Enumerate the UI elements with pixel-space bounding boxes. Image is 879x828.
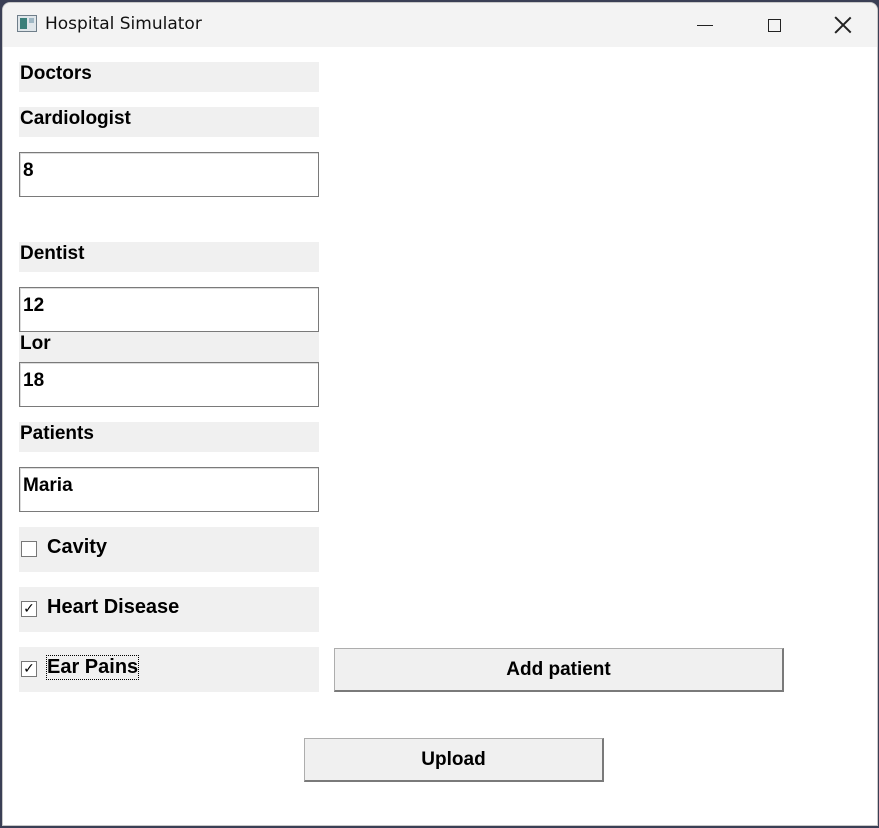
- ear-pains-checkbox[interactable]: ✓: [21, 661, 37, 677]
- window-title: Hospital Simulator: [45, 14, 202, 34]
- cavity-checkbox[interactable]: [21, 541, 37, 557]
- cavity-checkbox-row[interactable]: Cavity: [19, 527, 319, 572]
- app-window: Hospital Simulator Doctors Cardiologist …: [2, 2, 878, 826]
- dentist-label: Dentist: [19, 242, 319, 272]
- minimize-button[interactable]: [671, 3, 739, 47]
- add-patient-button[interactable]: Add patient: [334, 648, 784, 692]
- doctors-section-label: Doctors: [19, 62, 319, 92]
- patients-section-label: Patients: [19, 422, 319, 452]
- maximize-icon: [767, 18, 781, 32]
- heart-disease-checkbox-row[interactable]: ✓ Heart Disease: [19, 587, 319, 632]
- patient-name-input[interactable]: Maria: [19, 467, 319, 512]
- cardiologist-count-input[interactable]: 8: [19, 152, 319, 197]
- close-button[interactable]: [809, 3, 877, 47]
- dentist-count-input[interactable]: 12: [19, 287, 319, 332]
- minimize-icon: [697, 24, 713, 26]
- maximize-button[interactable]: [740, 3, 808, 47]
- title-bar[interactable]: Hospital Simulator: [3, 3, 877, 47]
- close-icon: [834, 16, 852, 34]
- cavity-checkbox-label[interactable]: Cavity: [47, 536, 107, 559]
- cardiologist-label: Cardiologist: [19, 107, 319, 137]
- heart-disease-checkbox[interactable]: ✓: [21, 601, 37, 617]
- heart-disease-checkbox-label[interactable]: Heart Disease: [47, 596, 179, 619]
- app-icon: [17, 15, 37, 32]
- ear-pains-checkbox-label[interactable]: Ear Pains: [45, 655, 140, 680]
- lor-label: Lor: [19, 332, 319, 362]
- lor-count-input[interactable]: 18: [19, 362, 319, 407]
- ear-pains-checkbox-row[interactable]: ✓ Ear Pains: [19, 647, 319, 692]
- upload-button[interactable]: Upload: [304, 738, 604, 782]
